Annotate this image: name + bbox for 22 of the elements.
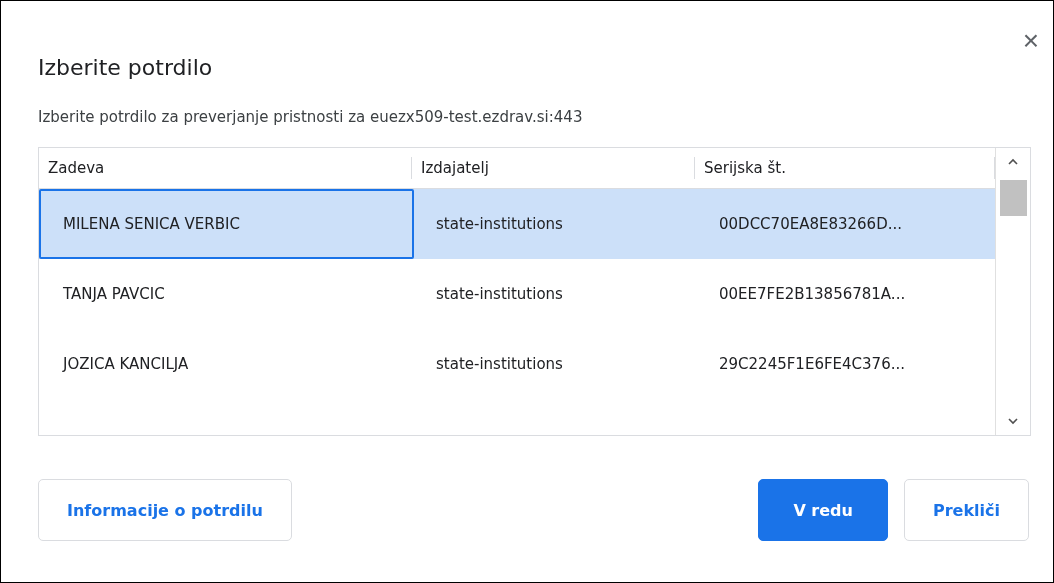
table-cell-text: 29C2245F1E6FE4C376... <box>718 355 906 373</box>
close-button[interactable]: × <box>1022 27 1039 55</box>
certificate-row[interactable]: MILENA SENICA VERBIC state-institutions 00DCC70EA8E83266D... <box>39 189 995 259</box>
certificate-row[interactable]: JOZICA KANCILJA state-institutions 29C2245F1E6FE4C376... <box>39 329 995 399</box>
table-cell-text: 00EE7FE2B13856781A... <box>718 285 907 303</box>
certificate-row[interactable]: TANJA PAVCIC state-institutions 00EE7FE2B13856781A... <box>39 259 995 329</box>
column-header[interactable]: Izdajatelj <box>412 157 695 179</box>
table-cell-text: JOZICA KANCILJA <box>61 355 190 373</box>
cancel-button[interactable]: Prekliči <box>903 479 1029 541</box>
table-cell-text: TANJA PAVCIC <box>62 285 166 303</box>
table-cell-text: 00DCC70EA8E83266D... <box>718 215 903 233</box>
table-cell-text: state-institutions <box>435 285 564 303</box>
dialog-title: Izberite potrdilo <box>38 54 214 82</box>
certificate-info-button[interactable]: Informacije o potrdilu <box>38 479 292 541</box>
table-cell-text: state-institutions <box>435 355 564 373</box>
column-header[interactable]: Zadeva <box>39 157 412 179</box>
confirm-button[interactable]: V redu <box>758 479 888 541</box>
table-cell: MILENA SENICA VERBIC <box>39 189 414 259</box>
scroll-down-icon[interactable] <box>1007 415 1019 427</box>
dialog-subtitle: Izberite potrdilo za preverjanje pristnosti za euezx509-test.ezdrav.si:443 <box>38 107 584 127</box>
scrollbar-thumb[interactable] <box>999 180 1027 216</box>
table-cell-text: state-institutions <box>435 215 564 233</box>
